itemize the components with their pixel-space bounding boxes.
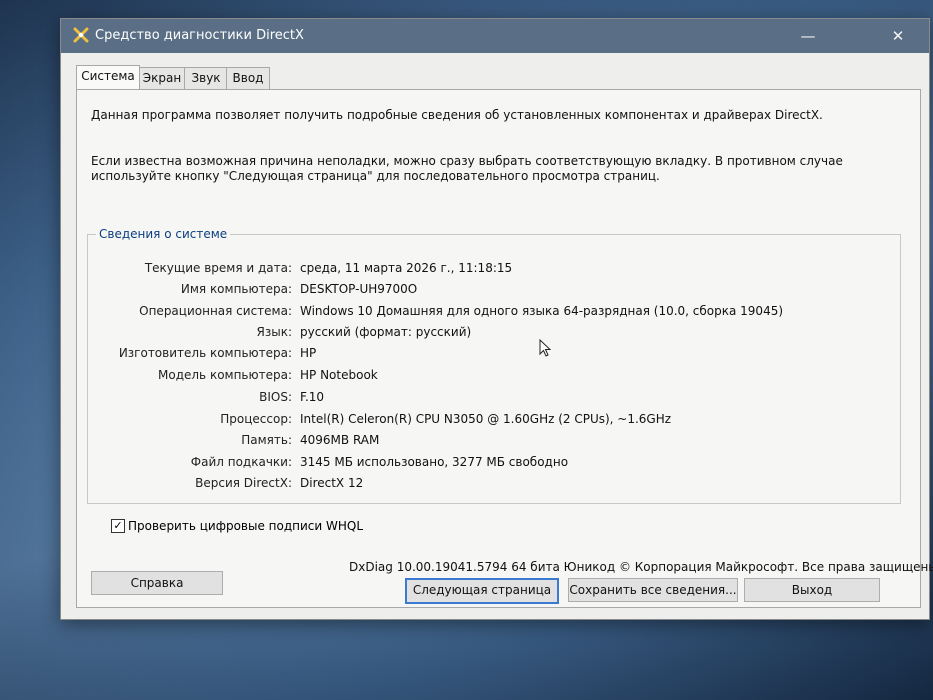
info-value: Intel(R) Celeron(R) CPU N3050 @ 1.60GHz … bbox=[300, 412, 672, 426]
info-value: среда, 11 марта 2026 г., 11:18:15 bbox=[300, 261, 513, 275]
info-label: Язык: bbox=[256, 325, 292, 339]
close-button[interactable]: ✕ bbox=[875, 19, 921, 53]
window-title: Средство диагностики DirectX bbox=[95, 28, 304, 43]
save-all-button[interactable]: Сохранить все сведения... bbox=[568, 578, 738, 602]
tab-sound[interactable]: Звук bbox=[184, 67, 228, 89]
info-label: Операционная система: bbox=[139, 304, 292, 318]
info-value: 4096MB RAM bbox=[300, 433, 380, 447]
tab-input[interactable]: Ввод bbox=[226, 67, 270, 89]
title-bar[interactable]: Средство диагностики DirectX — ✕ bbox=[61, 19, 929, 53]
info-label: Модель компьютера: bbox=[158, 368, 292, 382]
info-value: русский (формат: русский) bbox=[300, 325, 472, 339]
dxdiag-window: Средство диагностики DirectX — ✕ Система… bbox=[60, 18, 933, 620]
intro-text: Данная программа позволяет получить подр… bbox=[91, 108, 823, 122]
minimize-button[interactable]: — bbox=[785, 19, 831, 53]
info-label: Файл подкачки: bbox=[190, 455, 292, 469]
info-label: Имя компьютера: bbox=[180, 282, 292, 296]
exit-button[interactable]: Выход bbox=[744, 578, 880, 602]
info-label: Версия DirectX: bbox=[195, 476, 292, 490]
info-value: Windows 10 Домашняя для одного языка 64-… bbox=[300, 304, 784, 318]
info-value: HP Notebook bbox=[300, 368, 378, 382]
info-label: Изготовитель компьютера: bbox=[118, 346, 292, 360]
tab-display[interactable]: Экран bbox=[138, 67, 186, 89]
info-value: F.10 bbox=[300, 390, 325, 404]
info-label: Текущие время и дата: bbox=[144, 261, 292, 275]
mouse-pointer-icon bbox=[539, 339, 551, 357]
info-label: Память: bbox=[241, 433, 292, 447]
directx-icon bbox=[73, 27, 89, 43]
info-value: HP bbox=[300, 346, 317, 360]
whql-label[interactable]: Проверить цифровые подписи WHQL bbox=[128, 518, 363, 534]
system-info-title: Сведения о системе bbox=[96, 227, 231, 241]
tab-system[interactable]: Система bbox=[76, 65, 140, 89]
info-value: DESKTOP-UH9700O bbox=[300, 282, 418, 296]
info-value: DirectX 12 bbox=[300, 476, 364, 490]
info-label: BIOS: bbox=[259, 390, 292, 404]
hint-text: Если известна возможная причина неполадк… bbox=[91, 154, 843, 183]
copyright-text: DxDiag 10.00.19041.5794 64 бита Юникод ©… bbox=[349, 560, 933, 574]
help-button[interactable]: Справка bbox=[91, 571, 223, 595]
info-value: 3145 МБ использовано, 3277 МБ свободно bbox=[300, 455, 569, 469]
system-tab-panel: Данная программа позволяет получить подр… bbox=[76, 89, 933, 608]
info-label: Процессор: bbox=[220, 412, 292, 426]
whql-checkbox[interactable]: ✓ bbox=[111, 519, 125, 533]
system-info-group: Сведения о системе Текущие время и дата:… bbox=[87, 227, 901, 504]
next-page-button[interactable]: Следующая страница bbox=[405, 578, 559, 604]
